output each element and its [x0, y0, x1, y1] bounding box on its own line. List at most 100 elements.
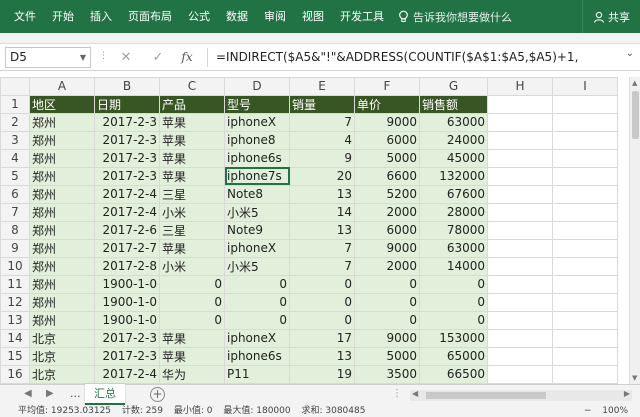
table-cell[interactable]: iphone6s	[224, 346, 290, 366]
table-cell[interactable]: 5000	[354, 346, 420, 366]
table-cell[interactable]: iphone7s	[224, 166, 290, 186]
table-cell[interactable]: Note9	[224, 220, 290, 240]
enter-check-icon[interactable]: ✓	[148, 48, 168, 67]
tab-file[interactable]: 文件	[0, 0, 44, 33]
empty-cell[interactable]	[487, 148, 553, 168]
table-cell[interactable]: 9000	[354, 238, 420, 258]
empty-cell[interactable]	[487, 364, 553, 384]
table-cell[interactable]: 65000	[419, 346, 488, 366]
table-cell[interactable]: 0	[419, 274, 488, 294]
tab-developer[interactable]: 开发工具	[332, 0, 392, 33]
table-cell[interactable]: 14	[289, 202, 355, 222]
vertical-scrollbar[interactable]: ▲ ▼	[629, 77, 640, 384]
table-cell[interactable]: 28000	[419, 202, 488, 222]
table-cell[interactable]: 78000	[419, 220, 488, 240]
tell-me-box[interactable]: 告诉我你想要做什么	[398, 9, 512, 25]
table-cell[interactable]: 2017-2-4	[94, 364, 160, 384]
row-header[interactable]: 5	[0, 166, 30, 186]
table-header-cell[interactable]: 日期	[94, 94, 160, 114]
chevron-down-icon[interactable]: ▼	[80, 48, 86, 67]
horizontal-scrollbar[interactable]: ◀ ▶	[410, 389, 632, 401]
expand-formula-icon[interactable]: ⌄	[626, 48, 634, 59]
table-cell[interactable]: 华为	[159, 364, 225, 384]
table-cell[interactable]: 郑州	[29, 292, 95, 312]
table-cell[interactable]: 13	[289, 220, 355, 240]
table-cell[interactable]: 2000	[354, 202, 420, 222]
table-cell[interactable]: 2017-2-3	[94, 346, 160, 366]
empty-cell[interactable]	[552, 346, 618, 366]
table-cell[interactable]: 苹果	[159, 166, 225, 186]
table-cell[interactable]: 郑州	[29, 184, 95, 204]
table-cell[interactable]: 20	[289, 166, 355, 186]
empty-cell[interactable]	[487, 310, 553, 330]
table-cell[interactable]: 0	[224, 274, 290, 294]
table-cell[interactable]: 郑州	[29, 238, 95, 258]
table-cell[interactable]: iphoneX	[224, 112, 290, 132]
zoom-level[interactable]: 100%	[602, 406, 628, 416]
table-cell[interactable]: iphoneX	[224, 238, 290, 258]
table-cell[interactable]: 7	[289, 238, 355, 258]
table-cell[interactable]: 郑州	[29, 130, 95, 150]
table-cell[interactable]: 13	[289, 184, 355, 204]
column-header[interactable]: G	[419, 77, 488, 96]
more-sheets-button[interactable]: ...	[70, 387, 81, 400]
zoom-out-icon[interactable]: −	[584, 406, 592, 416]
row-header[interactable]: 8	[0, 220, 30, 240]
tab-page-layout[interactable]: 页面布局	[120, 0, 180, 33]
empty-cell[interactable]	[552, 166, 618, 186]
empty-cell[interactable]	[552, 364, 618, 384]
table-header-cell[interactable]: 型号	[224, 94, 290, 114]
table-cell[interactable]: 9000	[354, 112, 420, 132]
empty-cell[interactable]	[552, 274, 618, 294]
table-cell[interactable]: 0	[354, 292, 420, 312]
empty-cell[interactable]	[487, 130, 553, 150]
table-cell[interactable]: 0	[354, 310, 420, 330]
empty-cell[interactable]	[552, 202, 618, 222]
table-cell[interactable]: iphone8	[224, 130, 290, 150]
table-cell[interactable]: 北京	[29, 346, 95, 366]
tab-scroll-left-icon[interactable]: ◀	[24, 388, 32, 399]
drag-handle-icon[interactable]: ⋮	[99, 51, 108, 61]
empty-cell[interactable]	[552, 148, 618, 168]
row-header[interactable]: 14	[0, 328, 30, 348]
table-cell[interactable]: 郑州	[29, 112, 95, 132]
table-cell[interactable]: 2017-2-4	[94, 184, 160, 204]
tab-formulas[interactable]: 公式	[180, 0, 218, 33]
row-header[interactable]: 12	[0, 292, 30, 312]
column-header[interactable]: A	[29, 77, 95, 96]
table-cell[interactable]: 4	[289, 130, 355, 150]
name-box[interactable]: D5 ▼	[5, 47, 91, 68]
table-cell[interactable]: 郑州	[29, 256, 95, 276]
table-cell[interactable]: 63000	[419, 112, 488, 132]
row-header[interactable]: 6	[0, 184, 30, 204]
table-cell[interactable]: P11	[224, 364, 290, 384]
table-cell[interactable]: 0	[419, 292, 488, 312]
table-cell[interactable]: 2017-2-3	[94, 328, 160, 348]
empty-cell[interactable]	[552, 238, 618, 258]
empty-cell[interactable]	[487, 202, 553, 222]
splitter-handle-icon[interactable]: ⋮	[392, 388, 402, 399]
empty-cell[interactable]	[552, 94, 618, 114]
table-cell[interactable]: 13	[289, 346, 355, 366]
table-cell[interactable]: 7	[289, 112, 355, 132]
table-cell[interactable]: 2017-2-3	[94, 130, 160, 150]
table-cell[interactable]: 14000	[419, 256, 488, 276]
scroll-right-icon[interactable]: ▶	[624, 389, 630, 398]
table-cell[interactable]: 0	[354, 274, 420, 294]
table-cell[interactable]: 郑州	[29, 202, 95, 222]
table-cell[interactable]: 郑州	[29, 166, 95, 186]
table-header-cell[interactable]: 产品	[159, 94, 225, 114]
table-cell[interactable]: 3500	[354, 364, 420, 384]
table-cell[interactable]: 1900-1-0	[94, 310, 160, 330]
insert-function-icon[interactable]: fx	[177, 48, 197, 67]
empty-cell[interactable]	[487, 184, 553, 204]
table-cell[interactable]: 苹果	[159, 328, 225, 348]
table-cell[interactable]: 2017-2-3	[94, 148, 160, 168]
add-sheet-icon[interactable]: +	[150, 387, 165, 402]
empty-cell[interactable]	[552, 130, 618, 150]
empty-cell[interactable]	[552, 256, 618, 276]
table-cell[interactable]: 郑州	[29, 148, 95, 168]
row-header[interactable]: 2	[0, 112, 30, 132]
tab-insert[interactable]: 插入	[82, 0, 120, 33]
tab-review[interactable]: 审阅	[256, 0, 294, 33]
